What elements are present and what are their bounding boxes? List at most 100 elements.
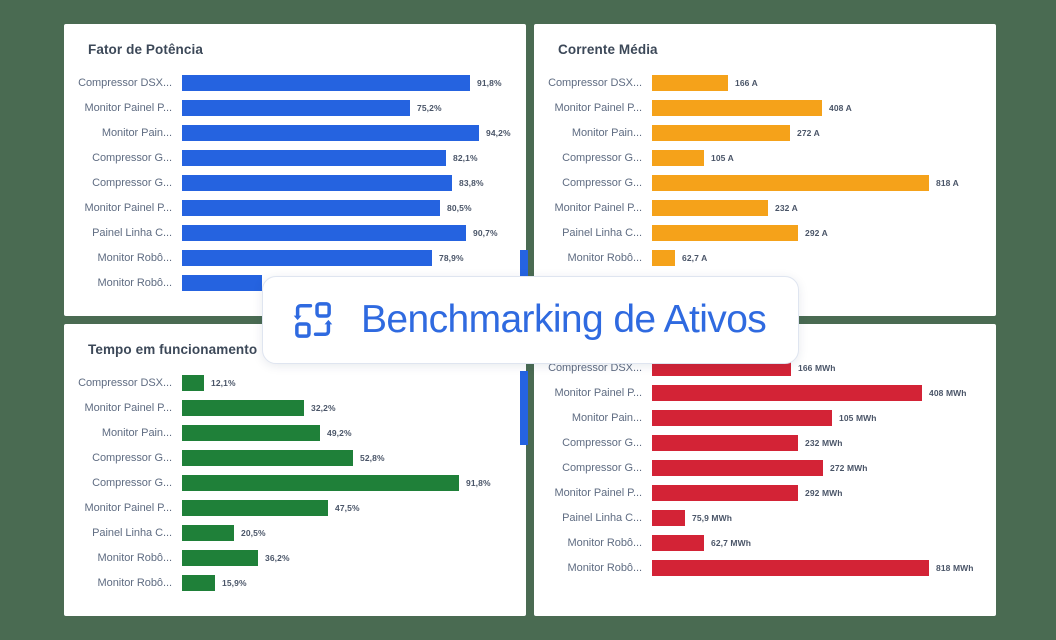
chart-row: Monitor Pain... 272 A — [548, 120, 974, 145]
chart-row-label: Compressor G... — [92, 151, 172, 164]
chart-row: Monitor Robô... 818 MWh — [548, 555, 974, 580]
chart-row-track: 62,7 MWh — [652, 534, 974, 551]
chart-bar-value: 75,9 MWh — [692, 512, 733, 523]
chart-bar — [652, 99, 822, 116]
chart-row-track: 818 A — [652, 174, 974, 191]
chart-bar — [652, 484, 798, 501]
chart-row-label: Painel Linha C... — [92, 226, 172, 239]
chart-row: Monitor Robô... 36,2% — [78, 545, 504, 570]
chart-row-label: Compressor G... — [562, 461, 642, 474]
chart-bar — [652, 509, 685, 526]
chart-row: Compressor G... 52,8% — [78, 445, 504, 470]
chart-bar — [182, 399, 304, 416]
chart-row-track: 52,8% — [182, 449, 504, 466]
chart-bar-value: 408 MWh — [929, 387, 967, 398]
chart-bar — [182, 249, 432, 266]
chart-row-track: 78,9% — [182, 249, 504, 266]
chart-row: Compressor G... 272 MWh — [548, 455, 974, 480]
chart-row-track: 272 MWh — [652, 459, 974, 476]
chart-row-label: Monitor Pain... — [101, 426, 172, 439]
chart-row: Compressor G... 232 MWh — [548, 430, 974, 455]
chart-bar — [652, 124, 790, 141]
chart-bar-value: 90,7% — [473, 227, 498, 238]
chart-bar-value: 818 A — [936, 177, 959, 188]
chart-row: Monitor Robô... 15,9% — [78, 570, 504, 595]
bar-chart-tempo-em-funcionamento: Compressor DSX... 12,1% Monitor Painel P..… — [78, 370, 504, 602]
chart-row-label: Compressor G... — [562, 436, 642, 449]
chart-row-label: Monitor Robô... — [567, 251, 643, 264]
overlay-title: Benchmarking de Ativos — [361, 298, 767, 341]
chart-row: Painel Linha C... 75,9 MWh — [548, 505, 974, 530]
benchmark-compare-icon — [293, 302, 333, 338]
chart-row: Compressor G... 83,8% — [78, 170, 504, 195]
chart-row-track: 105 MWh — [652, 409, 974, 426]
chart-row: Monitor Painel P... 408 MWh — [548, 380, 974, 405]
chart-row: Monitor Painel P... 47,5% — [78, 495, 504, 520]
chart-row-label: Compressor G... — [562, 176, 642, 189]
chart-row: Monitor Robô... 62,7 A — [548, 245, 974, 270]
chart-row-label: Painel Linha C... — [562, 511, 642, 524]
chart-row-track: 20,5% — [182, 524, 504, 541]
chart-bar — [182, 74, 470, 91]
chart-row: Compressor G... 105 A — [548, 145, 974, 170]
chart-bar-value: 91,8% — [466, 477, 491, 488]
chart-bar — [182, 124, 479, 141]
chart-row-track: 62,7 A — [652, 249, 974, 266]
chart-title: Corrente Média — [558, 42, 658, 57]
chart-bar — [182, 524, 234, 541]
gutter-bar-sliver-top — [520, 250, 528, 276]
chart-row-label: Monitor Pain... — [571, 126, 642, 139]
chart-row-track: 232 MWh — [652, 434, 974, 451]
chart-row-track: 408 MWh — [652, 384, 974, 401]
chart-row-track: 91,8% — [182, 74, 504, 91]
chart-row: Monitor Pain... 94,2% — [78, 120, 511, 145]
chart-bar-value: 408 A — [829, 102, 852, 113]
chart-title: Fator de Potência — [88, 42, 203, 57]
chart-row-label: Compressor DSX... — [78, 76, 172, 89]
chart-bar-value: 232 A — [775, 202, 798, 213]
chart-card-corrente-media: Corrente Média Compressor DSX... 166 A Mon… — [534, 24, 996, 316]
chart-row: Compressor DSX... 12,1% — [78, 370, 504, 395]
chart-bar — [652, 534, 704, 551]
benchmarking-overlay-badge: Benchmarking de Ativos — [262, 276, 799, 364]
chart-bar — [652, 459, 823, 476]
bar-chart-fator-de-potencia: Compressor DSX... 91,8% Monitor Painel P..… — [78, 70, 511, 302]
chart-row-label: Monitor Robô... — [97, 551, 173, 564]
chart-row-label: Monitor Robô... — [567, 561, 643, 574]
chart-row-track: 272 A — [652, 124, 974, 141]
bar-chart-corrente-media: Compressor DSX... 166 A Monitor Painel P..… — [548, 70, 974, 302]
chart-row-label: Monitor Robô... — [567, 536, 643, 549]
chart-row-label: Compressor G... — [92, 451, 172, 464]
chart-card-tempo-em-funcionamento: Tempo em funcionamento Compressor DSX...… — [64, 324, 526, 616]
chart-row-label: Monitor Painel P... — [554, 201, 642, 214]
chart-row-track: 105 A — [652, 149, 974, 166]
chart-bar-value: 292 A — [805, 227, 828, 238]
chart-bar-value: 12,1% — [211, 377, 236, 388]
chart-bar-value: 105 MWh — [839, 412, 877, 423]
chart-bar — [182, 499, 328, 516]
chart-bar-value: 272 MWh — [830, 462, 868, 473]
chart-row: Monitor Pain... 105 MWh — [548, 405, 974, 430]
chart-row: Monitor Pain... 49,2% — [78, 420, 504, 445]
chart-row: Monitor Painel P... 75,2% — [78, 95, 504, 120]
chart-row-track: 49,2% — [182, 424, 504, 441]
chart-card-fator-de-potencia: Fator de Potência Compressor DSX... 91,8%… — [64, 24, 526, 316]
chart-row-track: 15,9% — [182, 574, 504, 591]
chart-row-track: 166 A — [652, 74, 974, 91]
chart-row-label: Monitor Pain... — [571, 411, 642, 424]
chart-bar-value: 105 A — [711, 152, 734, 163]
chart-bar-value: 32,2% — [311, 402, 336, 413]
chart-bar-value: 47,5% — [335, 502, 360, 513]
chart-bar — [652, 149, 704, 166]
chart-bar — [182, 449, 353, 466]
chart-row-track: 292 A — [652, 224, 974, 241]
chart-bar-value: 80,5% — [447, 202, 472, 213]
chart-bar — [652, 224, 798, 241]
chart-row: Compressor DSX... 91,8% — [78, 70, 504, 95]
chart-row-track: 80,5% — [182, 199, 504, 216]
chart-bar-value: 20,5% — [241, 527, 266, 538]
chart-row-label: Compressor DSX... — [548, 76, 642, 89]
chart-bar — [182, 174, 452, 191]
chart-bar — [182, 424, 320, 441]
chart-bar — [182, 149, 446, 166]
